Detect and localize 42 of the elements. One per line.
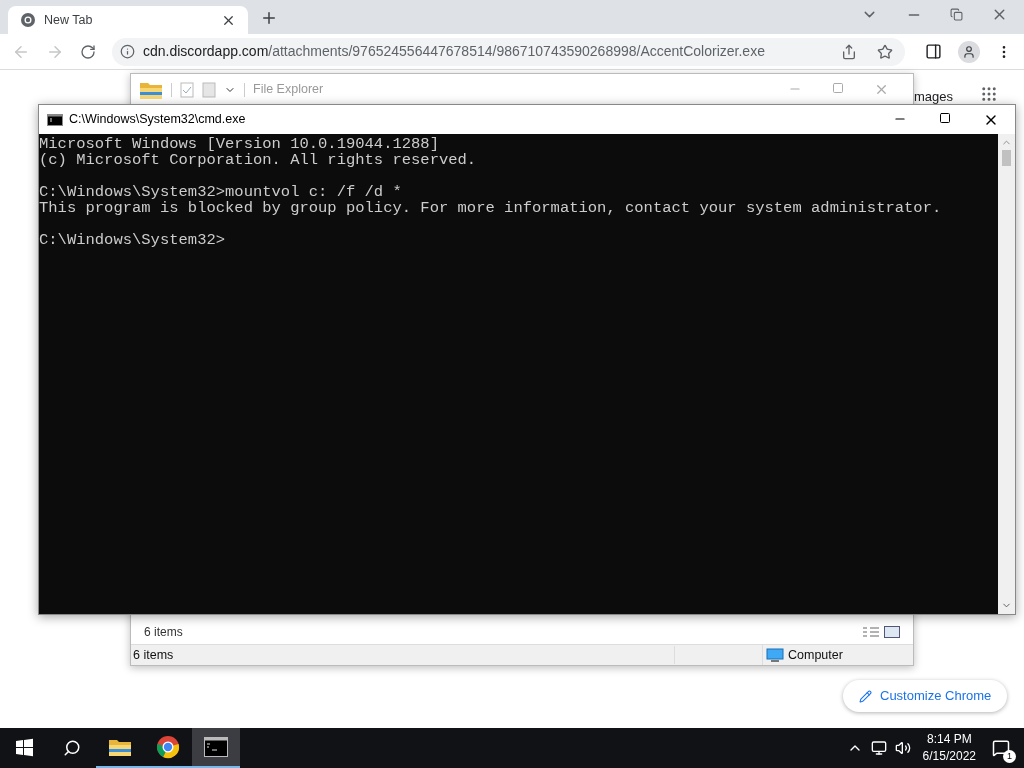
side-panel-icon[interactable] bbox=[925, 43, 942, 60]
folder-icon bbox=[108, 737, 132, 757]
scrollbar[interactable] bbox=[998, 134, 1015, 614]
terminal-icon bbox=[204, 737, 228, 757]
console-line: C:\Windows\System32>mountvol c: /f /d * bbox=[39, 184, 402, 200]
address-bar[interactable]: cdn.discordapp.com/attachments/976524556447678514/986710743590268998/AccentColorizer.exe bbox=[112, 37, 905, 66]
console-line: This program is blocked by group policy. For more information, contact your system administrator. bbox=[39, 200, 942, 216]
status-item-count: 6 items bbox=[131, 645, 675, 665]
clock-time[interactable]: 8:14 PM bbox=[926, 731, 972, 748]
computer-icon bbox=[766, 647, 784, 663]
network-icon[interactable] bbox=[870, 740, 887, 756]
customize-chrome-button[interactable]: Customize Chrome bbox=[843, 680, 1008, 712]
volume-icon[interactable] bbox=[894, 740, 911, 756]
chrome-icon bbox=[20, 12, 36, 28]
info-icon[interactable] bbox=[120, 44, 135, 59]
taskbar-app[interactable] bbox=[192, 728, 240, 768]
console-line: Microsoft Windows [Version 10.0.19044.1288] bbox=[39, 136, 439, 152]
console-line: (c) Microsoft Corporation. All rights reserved. bbox=[39, 152, 477, 168]
images-link[interactable]: mages bbox=[914, 91, 954, 103]
notification-badge: 1 bbox=[1003, 750, 1016, 763]
search-icon[interactable] bbox=[63, 739, 81, 757]
large-icons-view-icon[interactable] bbox=[884, 626, 900, 638]
clock-date[interactable]: 6/15/2022 bbox=[922, 748, 976, 765]
window-title: C:\Windows\System32\cmd.exe bbox=[69, 111, 247, 129]
window-title: File Explorer bbox=[253, 81, 325, 99]
browser-tab[interactable]: New Tab bbox=[8, 6, 248, 34]
chrome-icon bbox=[156, 735, 180, 759]
restore-icon[interactable] bbox=[950, 8, 963, 21]
scrollbar-thumb[interactable] bbox=[1002, 150, 1011, 166]
pencil-icon bbox=[859, 689, 872, 703]
profile-avatar[interactable] bbox=[958, 40, 980, 63]
notifications-icon[interactable] bbox=[992, 739, 1010, 757]
apps-grid-icon[interactable] bbox=[980, 85, 998, 103]
maximize-icon[interactable] bbox=[939, 111, 951, 124]
reload-icon[interactable] bbox=[80, 43, 96, 60]
bookmark-star-icon[interactable] bbox=[877, 43, 893, 60]
terminal-icon bbox=[47, 113, 63, 126]
share-icon[interactable] bbox=[841, 43, 857, 60]
new-tab-icon[interactable] bbox=[260, 9, 278, 27]
location-label: Computer bbox=[788, 646, 843, 664]
console-line: C:\Windows\System32> bbox=[39, 232, 226, 248]
item-count: 6 items bbox=[144, 624, 184, 641]
